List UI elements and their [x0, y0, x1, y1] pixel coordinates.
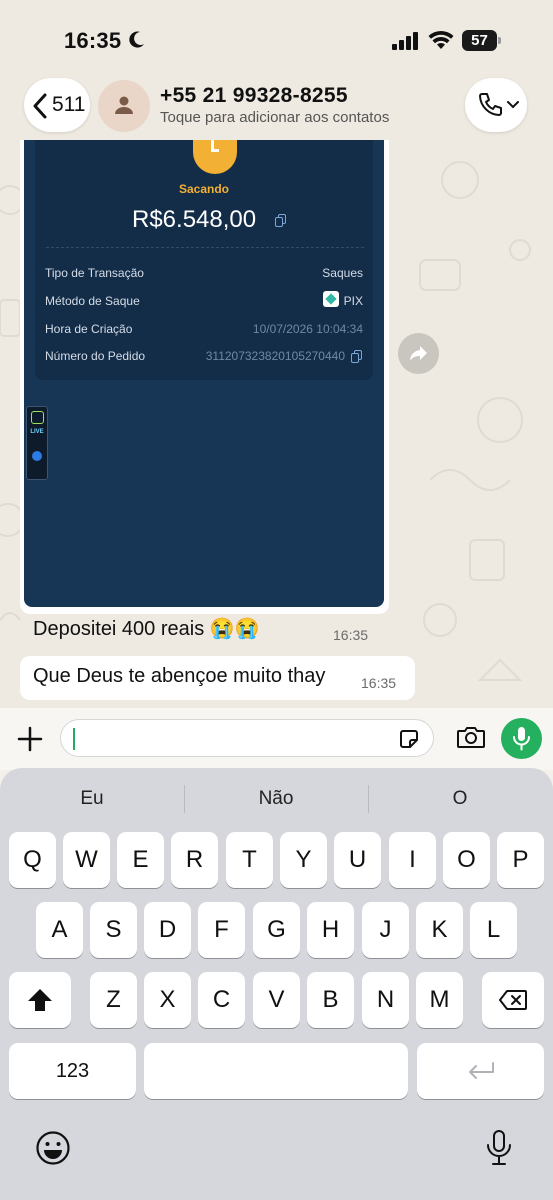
- message-composer: [0, 708, 553, 770]
- person-icon: [115, 96, 133, 114]
- status-time: 16:35: [64, 28, 122, 53]
- key-f[interactable]: F: [198, 902, 245, 958]
- receipt-label: Hora de Criação: [45, 322, 133, 336]
- backspace-key[interactable]: [482, 972, 544, 1028]
- battery-level-text: 57: [471, 32, 488, 49]
- key-q[interactable]: Q: [9, 832, 56, 888]
- key-g[interactable]: G: [253, 902, 300, 958]
- suggestion-1[interactable]: Eu: [0, 788, 184, 810]
- shift-key[interactable]: [9, 972, 71, 1028]
- pix-icon: [323, 291, 339, 307]
- avatar[interactable]: [98, 80, 150, 132]
- key-u[interactable]: U: [334, 832, 381, 888]
- status-bar: 16:35 57: [0, 0, 553, 80]
- key-x[interactable]: X: [144, 972, 191, 1028]
- key-r[interactable]: R: [171, 832, 218, 888]
- shift-arrow-icon: [28, 989, 52, 1011]
- dictation-mic-icon[interactable]: [486, 1130, 512, 1166]
- battery-icon: 57: [462, 30, 502, 51]
- forward-icon: [410, 346, 427, 361]
- key-y[interactable]: Y: [280, 832, 327, 888]
- key-k[interactable]: K: [416, 902, 463, 958]
- battery-cap: [498, 37, 501, 44]
- receipt-value: 10/07/2026 10:04:34: [252, 322, 363, 336]
- back-button[interactable]: 511: [24, 78, 90, 132]
- keyboard: Eu Não O Q W E R T Y U I O P A S D F G H…: [0, 768, 553, 1200]
- contact-name[interactable]: +55 21 99328-8255: [160, 84, 348, 108]
- receipt-label: Tipo de Transação: [45, 266, 144, 280]
- sticker-icon[interactable]: [397, 727, 421, 751]
- copy-icon: [275, 214, 287, 227]
- message-bubble[interactable]: Que Deus te abençoe muito thay 16:35: [20, 656, 415, 700]
- key-l[interactable]: L: [470, 902, 517, 958]
- unread-count: 511: [52, 93, 86, 116]
- key-e[interactable]: E: [117, 832, 164, 888]
- backspace-icon: [499, 990, 527, 1010]
- key-j[interactable]: J: [362, 902, 409, 958]
- coin-icon: [193, 140, 237, 174]
- call-button[interactable]: [465, 78, 527, 132]
- receipt-amount: R$6.548,00: [132, 206, 257, 233]
- live-stream-badge: LIVE: [26, 406, 48, 480]
- suggestion-3[interactable]: O: [368, 788, 552, 810]
- message-time: 16:35: [333, 627, 369, 643]
- key-a[interactable]: A: [36, 902, 83, 958]
- receipt-value: PIX: [343, 294, 363, 308]
- shared-screenshot-image[interactable]: Sacando R$6.548,00 Tipo de Transação Saq…: [24, 140, 384, 607]
- chat-header: 511 +55 21 99328-8255 Toque para adicion…: [0, 78, 553, 146]
- message-time: 16:35: [361, 675, 397, 691]
- moon-icon: [129, 31, 144, 48]
- key-m[interactable]: M: [416, 972, 463, 1028]
- space-key[interactable]: [144, 1043, 408, 1099]
- return-icon: [468, 1062, 494, 1079]
- key-c[interactable]: C: [198, 972, 245, 1028]
- chevron-down-icon: [507, 101, 519, 109]
- voice-message-button[interactable]: [501, 718, 542, 759]
- contact-subtitle[interactable]: Toque para adicionar aos contatos: [160, 109, 389, 126]
- message-input[interactable]: [60, 719, 434, 757]
- plus-icon[interactable]: [16, 725, 44, 753]
- text-cursor: [73, 728, 75, 750]
- numbers-key[interactable]: 123: [9, 1043, 136, 1099]
- key-s[interactable]: S: [90, 902, 137, 958]
- wifi-icon: [428, 30, 454, 49]
- signal-icon: [392, 32, 418, 50]
- key-h[interactable]: H: [307, 902, 354, 958]
- image-caption: Depositei 400 reais 😭😭: [33, 618, 260, 640]
- key-v[interactable]: V: [253, 972, 300, 1028]
- receipt-value: 311207323820105270440: [205, 349, 345, 363]
- key-i[interactable]: I: [389, 832, 436, 888]
- copy-icon: [351, 350, 363, 363]
- suggestion-2[interactable]: Não: [184, 788, 368, 810]
- phone-icon: [479, 93, 502, 116]
- key-b[interactable]: B: [307, 972, 354, 1028]
- key-n[interactable]: N: [362, 972, 409, 1028]
- key-t[interactable]: T: [226, 832, 273, 888]
- message-text: Que Deus te abençoe muito thay: [33, 665, 326, 687]
- receipt-divider: [46, 247, 364, 248]
- receipt-label: Método de Saque: [45, 294, 140, 308]
- camera-icon[interactable]: [456, 724, 486, 750]
- receipt-status: Sacando: [178, 182, 229, 196]
- key-p[interactable]: P: [497, 832, 544, 888]
- key-o[interactable]: O: [443, 832, 490, 888]
- withdrawal-receipt-card: Sacando R$6.548,00 Tipo de Transação Saq…: [35, 140, 373, 380]
- chevron-left-icon: [33, 93, 47, 119]
- key-z[interactable]: Z: [90, 972, 137, 1028]
- emoji-icon[interactable]: [35, 1130, 71, 1166]
- receipt-value: Saques: [322, 266, 363, 280]
- key-d[interactable]: D: [144, 902, 191, 958]
- forward-button[interactable]: [398, 333, 439, 374]
- microphone-icon: [513, 727, 530, 751]
- receipt-label: Número do Pedido: [45, 349, 146, 363]
- return-key[interactable]: [417, 1043, 544, 1099]
- key-w[interactable]: W: [63, 832, 110, 888]
